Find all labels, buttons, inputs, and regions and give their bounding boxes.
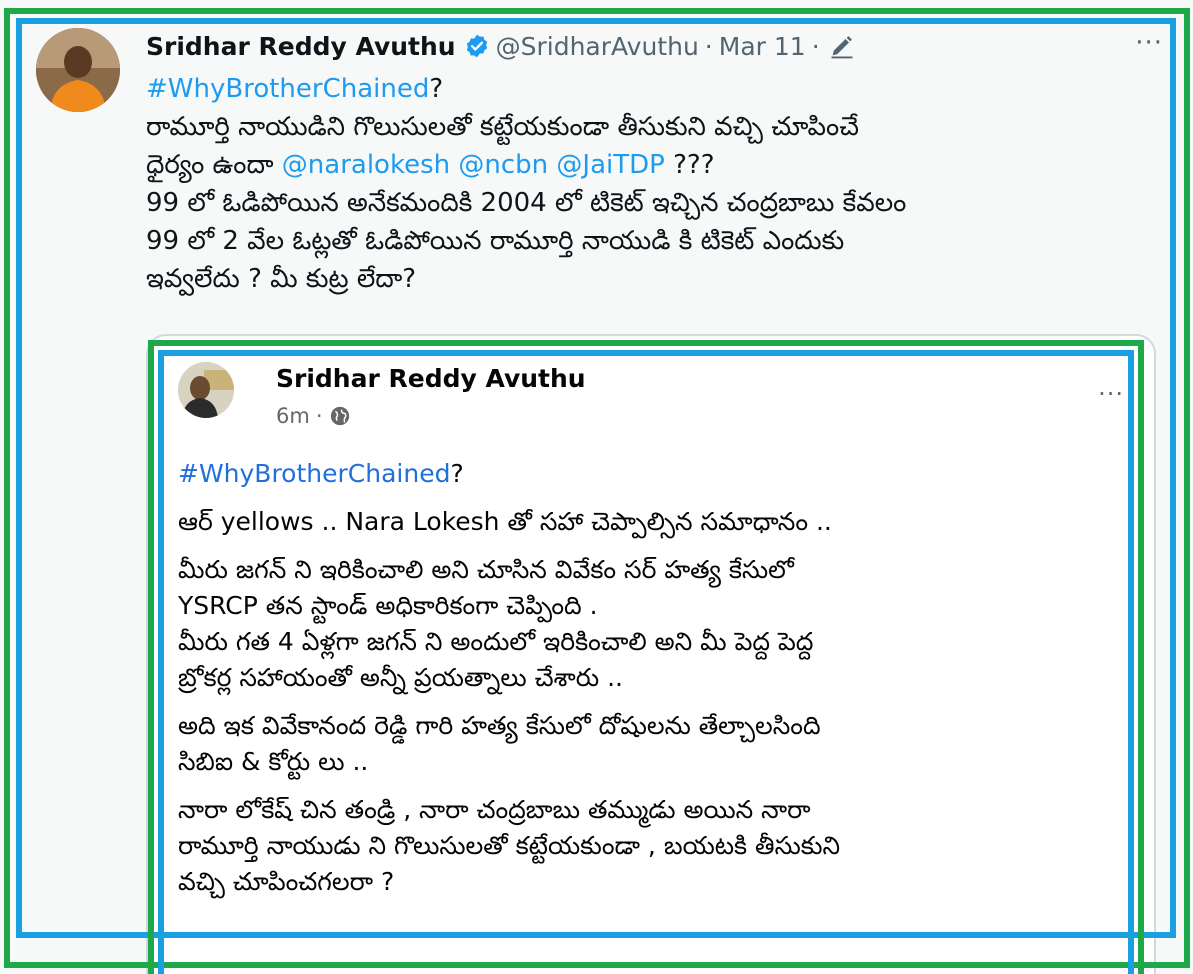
hashtag-suffix: ? (429, 74, 444, 104)
tweet-line: 99 లో 2 వేల ఓట్లతో ఓడిపోయిన రామూర్తి నాయ… (146, 226, 845, 256)
mention-link[interactable]: @JaiTDP (556, 150, 664, 180)
tweet-header: Sridhar Reddy Avuthu @SridharAvuthu · Ma… (146, 28, 856, 64)
handle[interactable]: @SridharAvuthu (496, 32, 699, 61)
tweet-card[interactable]: Sridhar Reddy Avuthu @SridharAvuthu · Ma… (0, 0, 1193, 974)
mention-link[interactable]: @ncbn (458, 150, 548, 180)
fb-meta: 6m · (276, 404, 351, 428)
fb-line: నారా లోకేష్ చిన తండ్రి , నారా చంద్రబాబు … (178, 795, 811, 824)
hashtag-suffix: ? (450, 459, 464, 488)
hashtag-link: #WhyBrotherChained (178, 459, 451, 488)
fb-line: వచ్చి చూపించగలరా ? (178, 867, 395, 896)
separator-dot: · (811, 31, 820, 61)
fb-line: సిబిఐ & కోర్టు లు .. (178, 747, 369, 776)
tweet-line: 99 లో ఓడిపోయిన అనేకమందికి 2004 లో టికెట్… (146, 188, 907, 218)
fb-line: ఆర్ yellows .. Nara Lokesh తో సహా చెప్పా… (178, 507, 832, 536)
display-name[interactable]: Sridhar Reddy Avuthu (146, 32, 456, 61)
fb-paragraph: ఆర్ yellows .. Nara Lokesh తో సహా చెప్పా… (178, 504, 1138, 540)
fb-line: YSRCP తన స్టాండ్ అధికారికంగా చెప్పింది . (178, 591, 598, 620)
tweet-line: ఇవ్వలేదు ? మీ కుట్ర లేదా? (146, 264, 417, 294)
avatar[interactable] (36, 28, 120, 112)
globe-icon (329, 405, 351, 427)
tweet-line: రామూర్తి నాయుడిని గొలుసులతో కట్టేయకుండా … (146, 112, 859, 142)
separator-dot: · (315, 404, 323, 428)
fb-line: బ్రోకర్ల సహాయంతో అన్నీ ప్రయత్నాలు చేశారు… (178, 663, 624, 692)
line-prefix: ధైర్యం ఉందా (146, 150, 282, 180)
quoted-post-image[interactable]: Sridhar Reddy Avuthu 6m · ··· #WhyBrothe… (146, 334, 1156, 974)
tweet-line: #WhyBrotherChained? (146, 70, 1156, 108)
fb-line: మీరు గత 4 ఏళ్లగా జగన్ ని అందులో ఇరికించా… (178, 627, 814, 656)
edit-pencil-icon[interactable] (828, 32, 856, 60)
fb-line: రామూర్తి నాయుడు ని గొలుసులతో కట్టేయకుండా… (178, 831, 841, 860)
tweet-text: #WhyBrotherChained? రామూర్తి నాయుడిని గొ… (146, 70, 1156, 298)
fb-post-text: #WhyBrotherChained? ఆర్ yellows .. Nara … (178, 456, 1138, 912)
fb-author-name: Sridhar Reddy Avuthu (276, 364, 586, 393)
more-horizontal-icon[interactable]: ··· (1135, 28, 1163, 58)
separator-dot: · (704, 31, 713, 61)
fb-paragraph: మీరు జగన్ ని ఇరికించాలి అని చూసిన వివేకం… (178, 552, 1138, 696)
line-suffix: ??? (664, 150, 715, 180)
fb-paragraph: #WhyBrotherChained? (178, 456, 1138, 492)
tweet-date[interactable]: Mar 11 (719, 32, 806, 61)
fb-time: 6m (276, 404, 310, 428)
fb-paragraph: నారా లోకేష్ చిన తండ్రి , నారా చంద్రబాబు … (178, 792, 1138, 900)
hashtag-link[interactable]: #WhyBrotherChained (146, 74, 429, 104)
fb-avatar (178, 362, 234, 418)
tweet-line: ధైర్యం ఉందా @naralokesh @ncbn @JaiTDP ??… (146, 146, 1156, 184)
mention-link[interactable]: @naralokesh (282, 150, 450, 180)
fb-line: అది ఇక వివేకానంద రెడ్డి గారి హత్య కేసులో… (178, 711, 821, 740)
fb-line: మీరు జగన్ ని ఇరికించాలి అని చూసిన వివేకం… (178, 555, 794, 584)
verified-badge-icon (464, 33, 490, 59)
more-horizontal-icon: ··· (1098, 380, 1124, 408)
fb-paragraph: అది ఇక వివేకానంద రెడ్డి గారి హత్య కేసులో… (178, 708, 1138, 780)
